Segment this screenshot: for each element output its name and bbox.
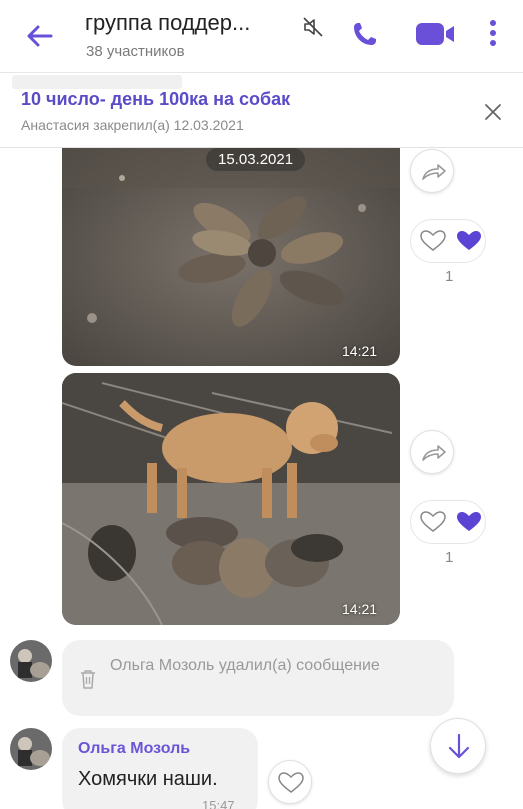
arrow-down-icon bbox=[448, 733, 470, 759]
photo-message-puppies[interactable] bbox=[62, 148, 400, 366]
dog-photo bbox=[62, 373, 400, 625]
video-call-icon[interactable] bbox=[414, 20, 456, 48]
close-icon[interactable] bbox=[481, 100, 505, 124]
share-icon bbox=[422, 164, 446, 180]
scroll-to-bottom-button[interactable] bbox=[430, 718, 486, 774]
chat-header: группа поддер... 38 участников bbox=[0, 0, 523, 73]
avatar-image bbox=[10, 728, 52, 770]
trash-icon bbox=[81, 670, 95, 689]
reaction-pill[interactable] bbox=[410, 500, 486, 544]
message-time: 15:47 bbox=[202, 798, 235, 809]
message-author[interactable]: Ольга Мозоль bbox=[78, 740, 190, 758]
pinned-ghost bbox=[12, 75, 182, 89]
like-icon[interactable] bbox=[411, 220, 487, 264]
message-time: 14:21 bbox=[342, 343, 378, 359]
phone-call-icon[interactable] bbox=[349, 18, 381, 50]
avatar[interactable] bbox=[10, 728, 52, 770]
avatar[interactable] bbox=[10, 640, 52, 682]
date-label: 15.03.2021 bbox=[206, 148, 306, 171]
heart-outline-icon bbox=[278, 772, 304, 793]
photo-message-dog-with-puppies[interactable] bbox=[62, 373, 400, 625]
pinned-subtitle: Анастасия закрепил(а) 12.03.2021 bbox=[21, 117, 244, 133]
pinned-title: 10 число- день 100ка на собак bbox=[21, 89, 291, 109]
share-button[interactable] bbox=[410, 149, 454, 193]
message-text: Хомячки наши. bbox=[78, 768, 218, 790]
more-options-icon[interactable] bbox=[482, 16, 504, 50]
participants-count: 38 участников bbox=[86, 43, 185, 60]
pinned-message-banner[interactable]: 10 число- день 100ка на собак Анастасия … bbox=[0, 73, 523, 148]
share-icon bbox=[422, 445, 446, 461]
puppies-photo bbox=[62, 148, 400, 366]
share-button[interactable] bbox=[410, 430, 454, 474]
like-icon[interactable] bbox=[411, 501, 487, 545]
like-button[interactable] bbox=[268, 760, 312, 804]
chat-title[interactable]: группа поддер... bbox=[85, 10, 250, 36]
deleted-message-bubble[interactable]: Ольга Мозоль удалил(а) сообщение bbox=[62, 640, 454, 716]
like-count: 1 bbox=[445, 268, 454, 285]
message-time: 14:21 bbox=[342, 601, 378, 617]
text-message-bubble[interactable]: Ольга Мозоль Хомячки наши. 15:47 bbox=[62, 728, 258, 809]
back-arrow-icon[interactable] bbox=[22, 18, 58, 54]
deleted-message-text: Ольга Мозоль удалил(а) сообщение bbox=[110, 657, 380, 674]
muted-icon bbox=[303, 17, 323, 37]
like-count: 1 bbox=[445, 549, 454, 566]
avatar-image bbox=[10, 640, 52, 682]
reaction-pill[interactable] bbox=[410, 219, 486, 263]
